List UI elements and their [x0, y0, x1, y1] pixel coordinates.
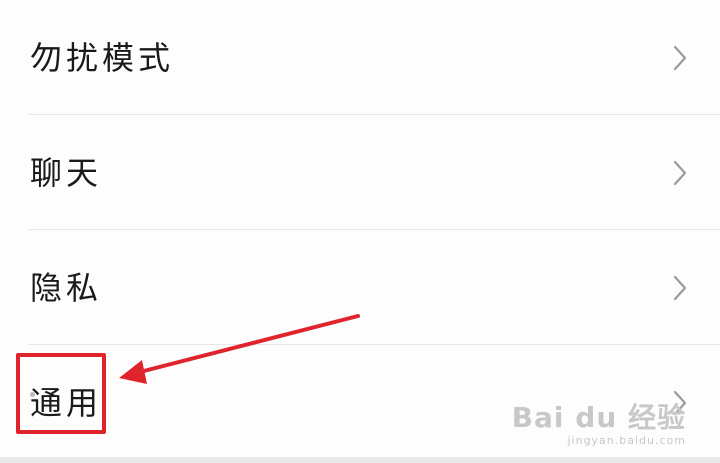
watermark-url: jingyan.baidu.com	[567, 434, 686, 447]
highlight-box	[16, 353, 106, 434]
watermark: Bai du 经验 jingyan.baidu.com	[511, 401, 686, 448]
bottom-bar	[0, 457, 720, 463]
chevron-right-icon	[673, 45, 687, 70]
chevron-right-icon	[673, 160, 687, 185]
settings-screen: 勿扰模式 聊天 隐私 通用 Bai du 经验 jingyan.baidu.co…	[0, 0, 720, 463]
chevron-right-icon	[673, 275, 687, 300]
settings-item-label: 勿扰模式	[30, 38, 175, 77]
settings-item-label: 聊天	[30, 153, 103, 192]
settings-item-chat[interactable]: 聊天	[0, 115, 720, 230]
watermark-logo: Bai du 经验	[511, 401, 686, 434]
settings-item-do-not-disturb[interactable]: 勿扰模式	[0, 0, 720, 115]
settings-item-privacy[interactable]: 隐私	[0, 230, 720, 345]
settings-item-label: 隐私	[30, 268, 103, 307]
